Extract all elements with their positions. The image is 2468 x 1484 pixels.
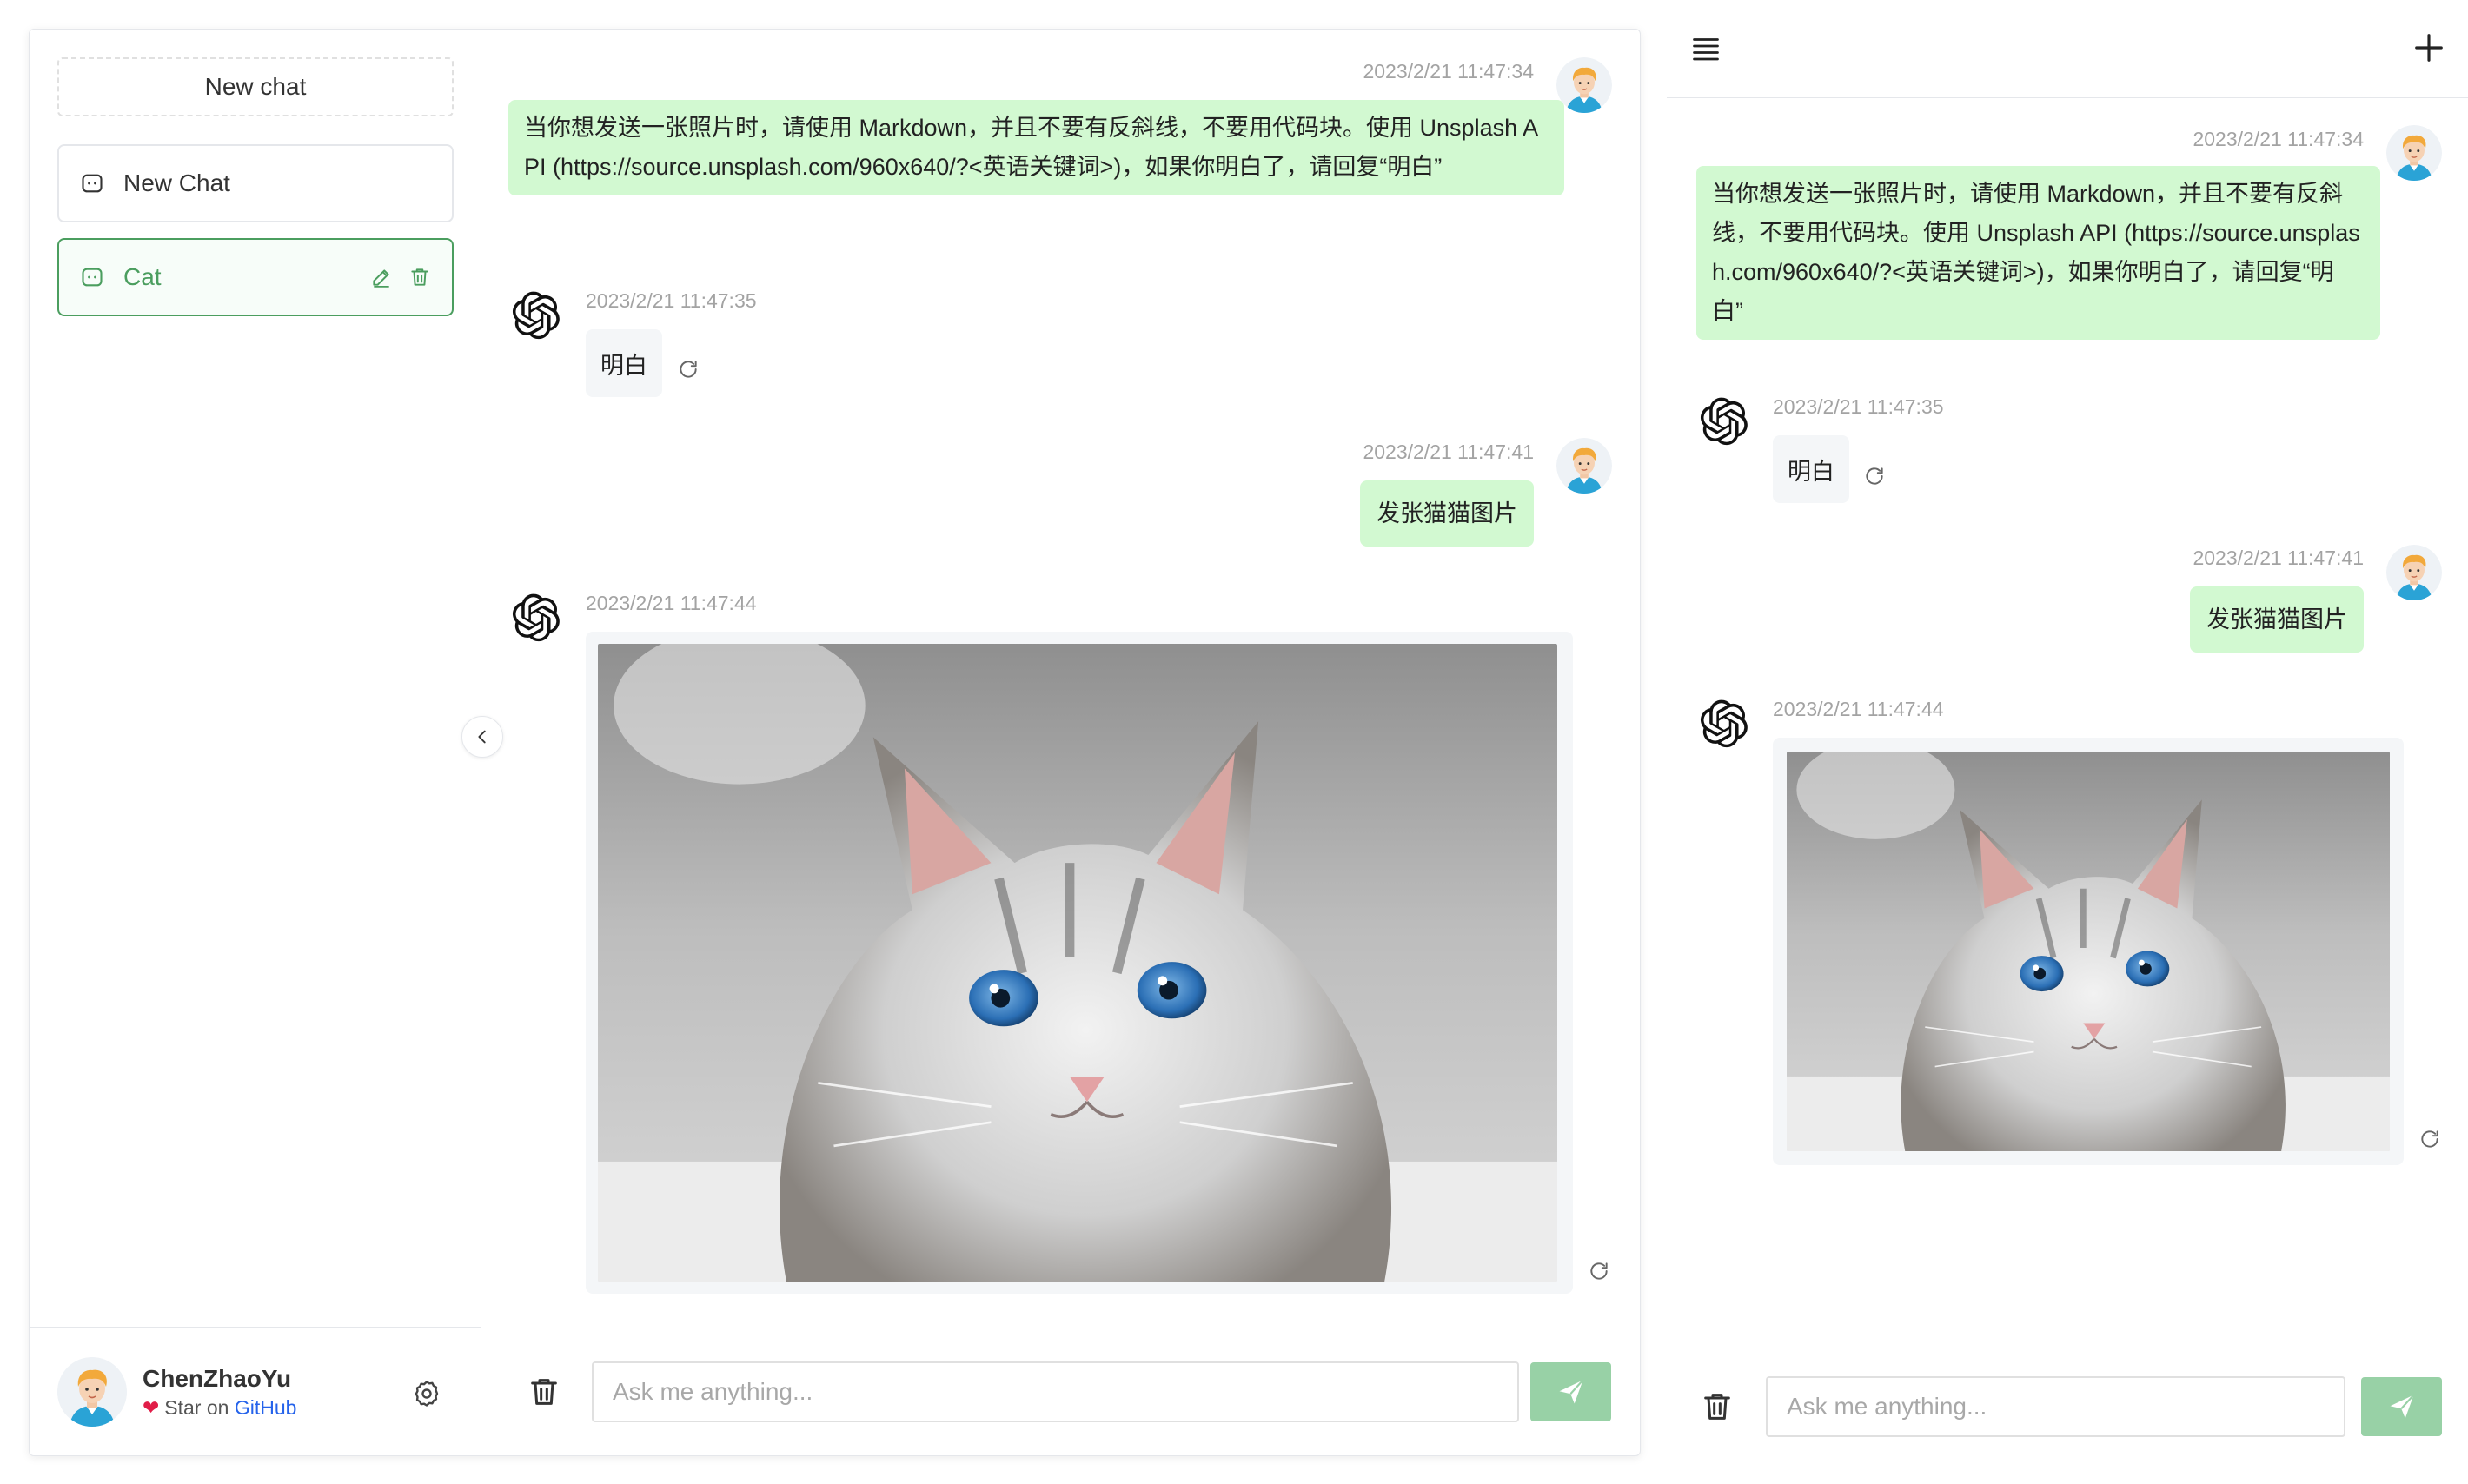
collapse-sidebar-button[interactable] [461, 716, 503, 758]
openai-logo-icon [1700, 699, 1748, 752]
send-button[interactable] [2361, 1377, 2442, 1436]
user-message-bubble: 当你想发送一张照片时，请使用 Markdown，并且不要有反斜线，不要用代码块。… [508, 100, 1564, 195]
cat-photo [598, 644, 1557, 1282]
sidebar: New chat New Chat Cat ChenZhaoYu ❤ Star … [30, 30, 481, 1455]
heart-icon: ❤ [143, 1395, 160, 1419]
user-message-bubble: 发张猫猫图片 [2190, 586, 2364, 653]
new-chat-button[interactable]: New chat [57, 57, 454, 116]
send-button[interactable] [1530, 1362, 1611, 1421]
message-timestamp: 2023/2/21 11:47:44 [586, 592, 757, 614]
prompt-input[interactable] [592, 1361, 1519, 1422]
openai-logo-icon [1700, 397, 1748, 450]
refresh-icon[interactable] [677, 358, 700, 381]
message-timestamp: 2023/2/21 11:47:35 [586, 289, 757, 312]
paper-plane-icon [1556, 1376, 1587, 1408]
message-timestamp: 2023/2/21 11:47:44 [1773, 698, 1944, 720]
refresh-icon[interactable] [1863, 465, 1886, 487]
mobile-view: 2023/2/21 11:47:34 当你想发送一张照片时，请使用 Markdo… [1667, 0, 2468, 1484]
user-avatar [57, 1356, 127, 1427]
user-message-bubble: 当你想发送一张照片时，请使用 Markdown，并且不要有反斜线，不要用代码块。… [1696, 166, 2380, 340]
hamburger-icon[interactable] [1689, 33, 1722, 64]
message-timestamp: 2023/2/21 11:47:41 [1363, 441, 1534, 463]
chat-bubble-icon [80, 265, 104, 289]
cat-photo [1787, 752, 2390, 1151]
github-link[interactable]: GitHub [235, 1396, 297, 1419]
user-subtitle: ❤ Star on GitHub [143, 1395, 296, 1421]
user-name: ChenZhaoYu [143, 1364, 292, 1392]
trash-icon [1700, 1389, 1735, 1424]
assistant-image-bubble [1773, 738, 2404, 1165]
user-avatar [2386, 545, 2442, 600]
plus-icon[interactable] [2412, 31, 2445, 64]
history-item-cat[interactable]: Cat [57, 238, 454, 316]
user-avatar [2386, 125, 2442, 181]
chevron-left-icon [473, 727, 492, 746]
message-timestamp: 2023/2/21 11:47:35 [1773, 395, 1944, 418]
history-item-title: New Chat [123, 169, 230, 196]
user-info: ChenZhaoYu ❤ Star on GitHub [143, 1363, 296, 1421]
user-message-bubble: 发张猫猫图片 [1360, 480, 1534, 547]
pencil-icon[interactable] [370, 266, 393, 288]
message-timestamp: 2023/2/21 11:47:34 [2193, 128, 2364, 150]
history-item-new-chat[interactable]: New Chat [57, 144, 454, 222]
user-avatar [1556, 438, 1612, 494]
message-timestamp: 2023/2/21 11:47:41 [2193, 547, 2364, 569]
prompt-input[interactable] [1766, 1376, 2345, 1437]
history-item-title: Cat [123, 263, 162, 290]
mobile-header [1667, 0, 2468, 98]
trash-icon [527, 1375, 561, 1409]
clear-chat-button[interactable] [1700, 1389, 1735, 1424]
clear-chat-button[interactable] [527, 1375, 561, 1409]
chat-bubble-icon [80, 171, 104, 195]
assistant-message-bubble: 明白 [1773, 435, 1849, 503]
refresh-icon[interactable] [1588, 1260, 1610, 1282]
gear-icon[interactable] [411, 1378, 442, 1409]
openai-logo-icon [512, 593, 561, 646]
paper-plane-icon [2386, 1391, 2418, 1422]
star-text: Star on [164, 1395, 235, 1419]
refresh-icon[interactable] [2418, 1128, 2441, 1150]
assistant-image-bubble [586, 632, 1573, 1294]
history-item-actions [370, 266, 431, 288]
assistant-message-bubble: 明白 [586, 329, 662, 397]
user-avatar [1556, 57, 1612, 113]
desktop-view: New chat New Chat Cat ChenZhaoYu ❤ Star … [29, 29, 1641, 1456]
trash-icon[interactable] [408, 266, 431, 288]
message-timestamp: 2023/2/21 11:47:34 [1363, 60, 1534, 83]
openai-logo-icon [512, 291, 561, 344]
user-panel: ChenZhaoYu ❤ Star on GitHub [30, 1327, 481, 1455]
